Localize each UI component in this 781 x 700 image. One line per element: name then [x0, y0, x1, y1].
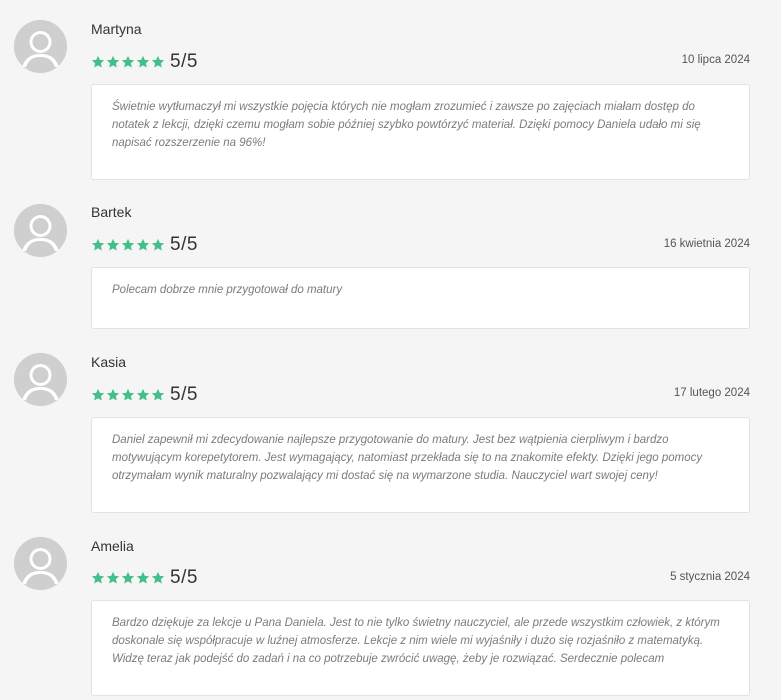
review-date: 16 kwietnia 2024: [663, 238, 750, 250]
review-text-box: Bardzo dziękuje za lekcje u Pana Daniela…: [91, 600, 750, 696]
review-text: Bardzo dziękuje za lekcje u Pana Daniela…: [112, 617, 720, 665]
review-date: 17 lutego 2024: [673, 387, 750, 399]
reviewer-name: Kasia: [91, 354, 127, 370]
star-icon: [121, 571, 135, 584]
avatar: [14, 537, 67, 590]
review-text-box: Świetnie wytłumaczył mi wszystkie pojęci…: [91, 84, 750, 180]
user-icon: [14, 537, 67, 590]
star-icon: [91, 238, 105, 251]
star-icon: [151, 55, 165, 68]
user-icon: [14, 204, 67, 257]
star-icon: [121, 238, 135, 251]
star-icon: [91, 388, 105, 401]
rating-value: 5/5: [170, 567, 198, 588]
star-icon: [121, 55, 135, 68]
star-icon: [106, 571, 120, 584]
star-icon: [151, 388, 165, 401]
star-icon: [136, 238, 150, 251]
review-text: Polecam dobrze mnie przygotował do matur…: [112, 284, 343, 296]
rating-value: 5/5: [170, 51, 198, 72]
star-icon: [106, 238, 120, 251]
review-date: 5 stycznia 2024: [670, 571, 750, 583]
rating-value: 5/5: [170, 384, 198, 405]
star-icon: [136, 388, 150, 401]
user-icon: [14, 353, 67, 406]
star-icon: [91, 571, 105, 584]
review-text-box: Daniel zapewnił mi zdecydowanie najlepsz…: [91, 417, 750, 513]
star-icon: [151, 238, 165, 251]
review-date: 10 lipca 2024: [681, 54, 750, 66]
star-icon: [106, 55, 120, 68]
user-icon: [14, 20, 67, 73]
star-icon: [121, 388, 135, 401]
avatar: [14, 353, 67, 406]
rating: 5/5: [91, 384, 198, 406]
rating: 5/5: [91, 51, 198, 73]
star-icon: [136, 571, 150, 584]
review-text-box: Polecam dobrze mnie przygotował do matur…: [91, 267, 750, 329]
rating: 5/5: [91, 567, 198, 589]
review-text: Świetnie wytłumaczył mi wszystkie pojęci…: [112, 101, 701, 149]
star-icon: [136, 55, 150, 68]
star-rating: [91, 238, 165, 252]
star-icon: [151, 571, 165, 584]
star-rating: [91, 55, 165, 69]
review-text: Daniel zapewnił mi zdecydowanie najlepsz…: [112, 434, 703, 482]
star-icon: [106, 388, 120, 401]
star-rating: [91, 571, 165, 585]
rating: 5/5: [91, 234, 198, 256]
rating-value: 5/5: [170, 234, 198, 255]
avatar: [14, 204, 67, 257]
star-icon: [91, 55, 105, 68]
avatar: [14, 20, 67, 73]
star-rating: [91, 388, 165, 402]
reviewer-name: Bartek: [91, 204, 132, 220]
reviewer-name: Martyna: [91, 21, 142, 37]
reviewer-name: Amelia: [91, 538, 134, 554]
